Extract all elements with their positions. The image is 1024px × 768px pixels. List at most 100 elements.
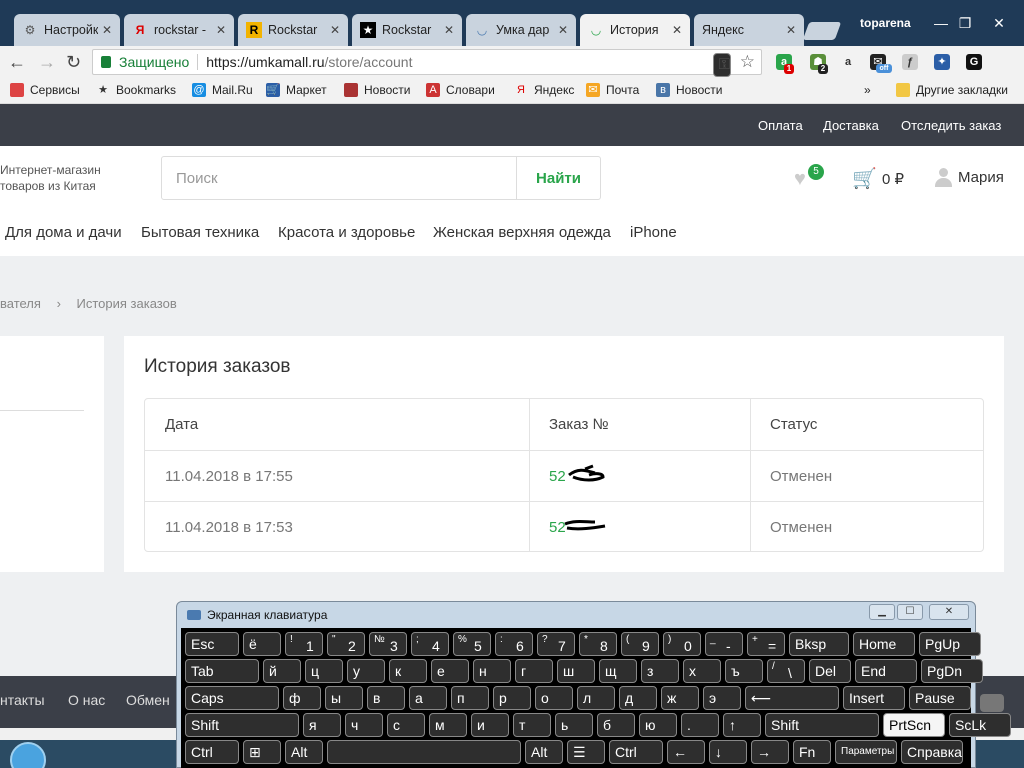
nav-delivery[interactable]: Доставка	[823, 118, 879, 133]
footer-link-contacts[interactable]: нтакты	[0, 692, 45, 708]
osk-key[interactable]: о	[535, 686, 573, 710]
profile-name[interactable]: toparena	[860, 16, 911, 30]
osk-key[interactable]: Shift	[765, 713, 879, 737]
osk-key[interactable]: _ -	[705, 632, 743, 656]
close-icon[interactable]: ✕	[929, 604, 969, 620]
osk-key[interactable]: ю	[639, 713, 677, 737]
reload-icon[interactable]: ↻	[66, 52, 81, 73]
category-iphone[interactable]: iPhone	[630, 224, 677, 241]
footer-link-exchange[interactable]: Обмен	[126, 692, 170, 708]
osk-key[interactable]: ё	[243, 632, 281, 656]
osk-key[interactable]: е	[431, 659, 469, 683]
close-icon[interactable]: ✕	[672, 23, 682, 37]
browser-tab[interactable]: ★ Rockstar ✕	[352, 14, 462, 46]
osk-key[interactable]: л	[577, 686, 615, 710]
bookmarks-overflow-icon[interactable]: »	[864, 83, 871, 97]
osk-key[interactable]: " 2	[327, 632, 365, 656]
osk-key[interactable]: Bksp	[789, 632, 849, 656]
close-window-icon[interactable]: ✕	[984, 14, 1014, 32]
address-bar[interactable]: Защищено https://umkamall.ru/store/accou…	[92, 49, 762, 77]
browser-tab[interactable]: ◡ Умка дар ✕	[466, 14, 576, 46]
bookmark-yandex[interactable]: Я Яндекс	[514, 83, 574, 97]
osk-key[interactable]: т	[513, 713, 551, 737]
close-icon[interactable]: ✕	[102, 23, 112, 37]
browser-tab-active[interactable]: ◡ История ✕	[580, 14, 690, 46]
minimize-icon[interactable]: ▁	[869, 604, 895, 620]
category-beauty-health[interactable]: Красота и здоровье	[278, 224, 415, 241]
restore-icon[interactable]: ❐	[950, 14, 980, 32]
osk-key[interactable]: ц	[305, 659, 343, 683]
close-icon[interactable]: ✕	[216, 23, 226, 37]
osk-key[interactable]: м	[429, 713, 467, 737]
browser-tab[interactable]: ⚙ Настройки ✕	[14, 14, 120, 46]
youtube-icon[interactable]	[980, 694, 1004, 712]
maximize-icon[interactable]: ☐	[897, 604, 923, 620]
bookmark-bookmarks[interactable]: ★ Bookmarks	[96, 83, 176, 97]
user-name[interactable]: Мария	[958, 169, 1004, 186]
search-input[interactable]: Поиск	[162, 157, 516, 199]
nav-track-order[interactable]: Отследить заказ	[901, 118, 1001, 133]
category-home-garden[interactable]: Для дома и дачи	[5, 224, 122, 241]
bookmark-mail[interactable]: ✉ Почта	[586, 83, 639, 97]
bookmark-dictionaries[interactable]: A Словари	[426, 83, 495, 97]
category-appliances[interactable]: Бытовая техника	[141, 224, 259, 241]
osk-key[interactable]: у	[347, 659, 385, 683]
osk-key[interactable]: ; 4	[411, 632, 449, 656]
osk-key[interactable]: Alt	[525, 740, 563, 764]
osk-key[interactable]	[327, 740, 521, 764]
osk-key[interactable]: ⊞	[243, 740, 281, 764]
wishlist-heart-icon[interactable]: ♥	[794, 168, 806, 191]
close-icon[interactable]: ✕	[444, 23, 454, 37]
osk-key[interactable]: Tab	[185, 659, 259, 683]
user-icon[interactable]	[934, 168, 952, 188]
osk-key[interactable]: →	[751, 740, 789, 764]
osk-key[interactable]: Shift	[185, 713, 299, 737]
windows-start-icon[interactable]	[10, 742, 46, 768]
osk-key[interactable]: Insert	[843, 686, 905, 710]
osk-key[interactable]: а	[409, 686, 447, 710]
osk-key[interactable]: Справка	[901, 740, 963, 764]
osk-key[interactable]: ш	[557, 659, 595, 683]
osk-key[interactable]: / \	[767, 659, 805, 683]
back-icon[interactable]: ←	[8, 52, 26, 73]
osk-key[interactable]: ф	[283, 686, 321, 710]
bookmark-news[interactable]: Новости	[344, 83, 410, 97]
osk-key[interactable]: щ	[599, 659, 637, 683]
osk-key[interactable]: ь	[555, 713, 593, 737]
osk-key[interactable]: Home	[853, 632, 915, 656]
key-icon[interactable]: ⚿	[712, 53, 731, 77]
osk-key[interactable]: ж	[661, 686, 699, 710]
close-icon[interactable]: ✕	[558, 23, 568, 37]
cart-total[interactable]: 0 ₽	[882, 170, 904, 188]
gift-extension-icon[interactable]: ✦	[934, 54, 950, 70]
osk-key[interactable]: ←	[667, 740, 705, 764]
osk-key[interactable]: р	[493, 686, 531, 710]
osk-key[interactable]: п	[451, 686, 489, 710]
breadcrumb-item[interactable]: вателя	[0, 296, 41, 311]
osk-key[interactable]: Ctrl	[609, 740, 663, 764]
bookmark-market[interactable]: 🛒 Маркет	[266, 83, 327, 97]
osk-key[interactable]: ☰	[567, 740, 605, 764]
osk-key[interactable]: Pause	[909, 686, 971, 710]
osk-key[interactable]: в	[367, 686, 405, 710]
osk-key[interactable]: д	[619, 686, 657, 710]
osk-key[interactable]: ↓	[709, 740, 747, 764]
osk-key[interactable]: ⟵	[745, 686, 839, 710]
osk-key[interactable]: к	[389, 659, 427, 683]
grammarly-extension-icon[interactable]: G	[966, 54, 982, 70]
osk-key[interactable]: * 8	[579, 632, 617, 656]
osk-key[interactable]: ! 1	[285, 632, 323, 656]
osk-key[interactable]: PgUp	[919, 632, 981, 656]
osk-key[interactable]: г	[515, 659, 553, 683]
osk-key[interactable]: ы	[325, 686, 363, 710]
footer-link-about[interactable]: О нас	[68, 692, 105, 708]
script-extension-icon[interactable]: ƒ	[902, 54, 918, 70]
osk-key[interactable]: с	[387, 713, 425, 737]
osk-key[interactable]: ъ	[725, 659, 763, 683]
osk-key[interactable]: й	[263, 659, 301, 683]
browser-tab[interactable]: R Rockstar ✕	[238, 14, 348, 46]
close-icon[interactable]: ✕	[786, 23, 796, 37]
extension-icon[interactable]: a	[840, 54, 856, 70]
osk-key[interactable]: № 3	[369, 632, 407, 656]
bookmark-vk-news[interactable]: в Новости	[656, 83, 722, 97]
